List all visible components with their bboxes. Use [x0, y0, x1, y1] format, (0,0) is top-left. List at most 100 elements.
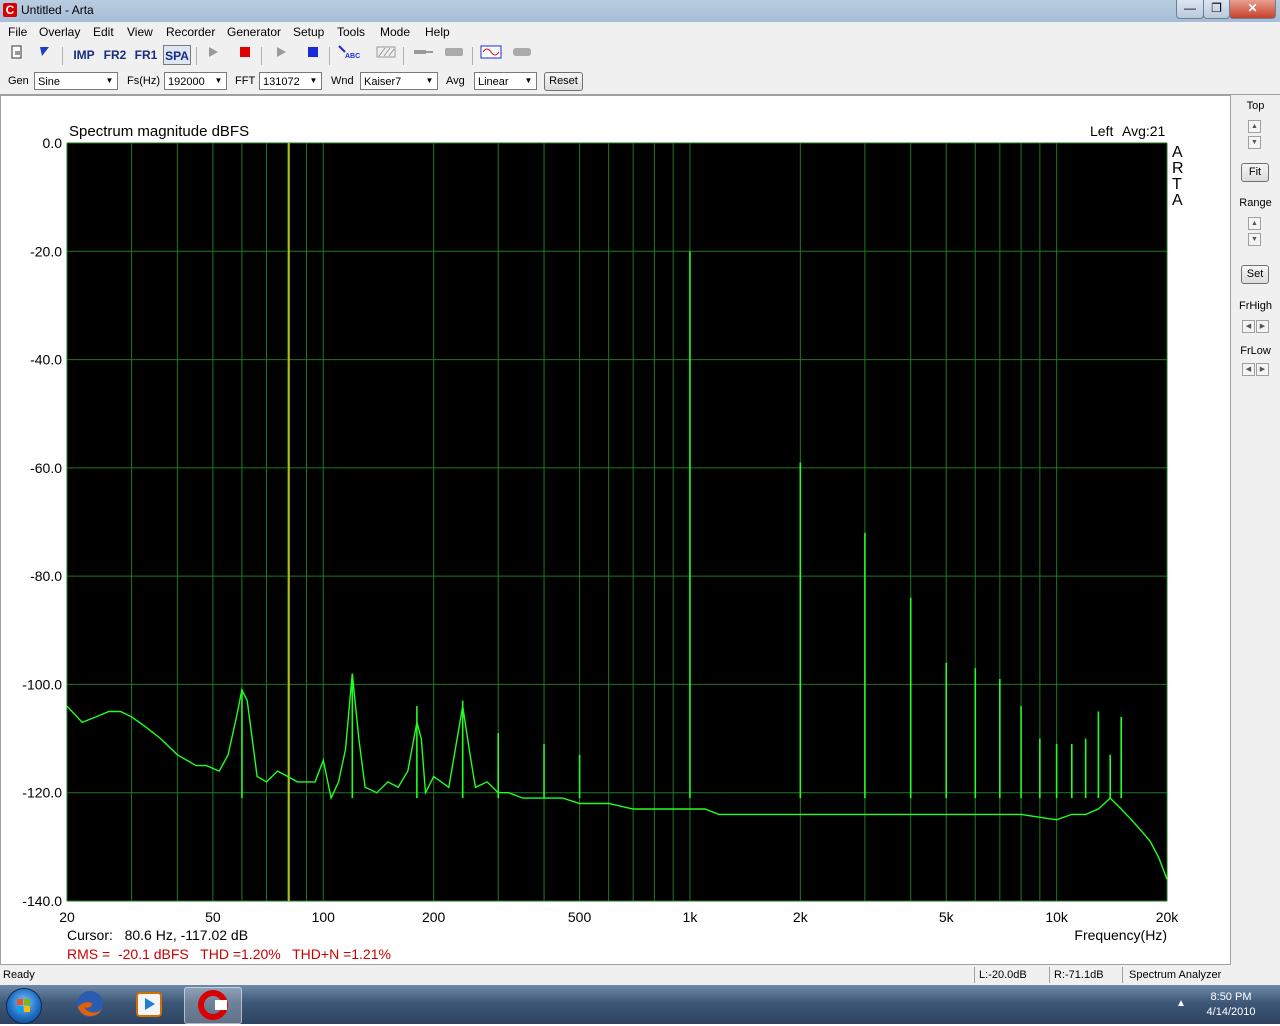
window-title: Untitled - Arta [21, 3, 94, 17]
spa-mode-button[interactable]: SPA [163, 45, 191, 65]
maximize-icon: ❐ [1211, 1, 1222, 15]
gen-select[interactable]: Sine ▼ [34, 72, 118, 90]
pattern-icon [376, 46, 396, 58]
fr1-mode-button[interactable]: FR1 [132, 45, 160, 65]
fft-select-value: 131072 [263, 76, 300, 88]
reset-button[interactable]: Reset [544, 72, 583, 91]
new-button[interactable] [5, 45, 29, 65]
x-tick-label: 500 [568, 909, 592, 925]
x-tick-label: 20 [59, 909, 75, 925]
menu-file[interactable]: File [8, 25, 27, 39]
menu-generator[interactable]: Generator [227, 25, 281, 39]
avg-select-value: Linear [478, 76, 509, 88]
range-label: Range [1239, 197, 1272, 209]
frhigh-label: FrHigh [1238, 300, 1272, 312]
top-up-button[interactable]: ▲ [1248, 120, 1261, 133]
frlow-left-button[interactable]: ◀ [1242, 363, 1255, 376]
menu-mode[interactable]: Mode [380, 25, 410, 39]
fit-button[interactable]: Fit [1241, 163, 1269, 182]
minimize-button[interactable]: — [1176, 0, 1204, 19]
chevron-down-icon: ▼ [214, 76, 223, 85]
probe-button[interactable] [411, 45, 435, 65]
maximize-button[interactable]: ❐ [1203, 0, 1230, 19]
title-bar: C Untitled - Arta — ❐ ✕ [0, 0, 1280, 22]
new-icon [11, 45, 22, 59]
taskbar-media-player[interactable] [124, 987, 176, 1022]
right-level: R:-71.1dB [1054, 969, 1104, 981]
toggle-button[interactable] [510, 45, 534, 65]
show-hidden-icons-button[interactable]: ▲ [1176, 998, 1186, 1009]
frhigh-left-button[interactable]: ◀ [1242, 320, 1255, 333]
menu-help[interactable]: Help [425, 25, 450, 39]
avg-select[interactable]: Linear ▼ [474, 72, 537, 90]
chevron-up-icon: ▲ [1176, 998, 1186, 1009]
status-separator [1049, 967, 1050, 983]
frlow-right-button[interactable]: ▶ [1256, 363, 1269, 376]
x-tick-label: 10k [1045, 909, 1069, 925]
x-axis-label: Frequency(Hz) [1074, 927, 1167, 943]
x-tick-label: 200 [422, 909, 446, 925]
chart-title: Spectrum magnitude dBFS [69, 123, 249, 140]
fs-select[interactable]: 192000 ▼ [164, 72, 227, 90]
play-button[interactable] [201, 45, 225, 65]
minimize-icon: — [1184, 1, 1196, 15]
menu-setup[interactable]: Setup [293, 25, 324, 39]
x-tick-label: 50 [205, 909, 221, 925]
wnd-select[interactable]: Kaiser7 ▼ [360, 72, 438, 90]
channel-label: Left [1090, 123, 1113, 139]
toggle-icon [513, 48, 531, 56]
y-tick-label: -80.0 [30, 568, 62, 584]
spectrum-chart[interactable]: 0.0 -20.0 -40.0 -60.0 -80.0 -100.0 -120.0 -140.… [1, 96, 1230, 964]
svg-text:ABC: ABC [345, 53, 360, 59]
left-level: L:-20.0dB [979, 969, 1027, 981]
stop-button[interactable] [233, 45, 257, 65]
y-tick-label: -60.0 [30, 460, 62, 476]
fft-select[interactable]: 131072 ▼ [259, 72, 322, 90]
fr2-mode-button[interactable]: FR2 [101, 45, 129, 65]
close-button[interactable]: ✕ [1229, 0, 1276, 19]
record-stop-button[interactable] [301, 45, 325, 65]
main-area: 0.0 -20.0 -40.0 -60.0 -80.0 -100.0 -120.0 -140.… [0, 95, 1231, 965]
fs-label: Fs(Hz) [127, 75, 160, 87]
menu-overlay[interactable]: Overlay [39, 25, 80, 39]
x-tick-label: 2k [793, 909, 809, 925]
generator-wave-button[interactable] [479, 45, 503, 65]
play-icon [209, 47, 218, 57]
abc-icon: ABC [338, 45, 360, 60]
menu-bar: File Overlay Edit View Recorder Generato… [0, 22, 1280, 42]
y-tick-label: 0.0 [43, 135, 63, 151]
pattern-button[interactable] [374, 45, 398, 65]
frhigh-right-button[interactable]: ▶ [1256, 320, 1269, 333]
menu-view[interactable]: View [127, 25, 153, 39]
x-tick-label: 100 [312, 909, 336, 925]
clock[interactable]: 8:50 PM 4/14/2010 [1196, 990, 1266, 1020]
menu-tools[interactable]: Tools [337, 25, 365, 39]
range-up-button[interactable]: ▲ [1248, 217, 1261, 230]
record-stop-icon [308, 47, 318, 57]
taskbar-arta[interactable] [184, 987, 242, 1024]
menu-recorder[interactable]: Recorder [166, 25, 215, 39]
stop-icon [240, 47, 250, 57]
record-play-icon [277, 47, 286, 57]
cursor-readout: Cursor: 80.6 Hz, -117.02 dB [67, 927, 248, 943]
y-tick-label: -40.0 [30, 352, 62, 368]
windows-logo-icon [17, 999, 30, 1012]
menu-edit[interactable]: Edit [93, 25, 114, 39]
arta-icon [198, 990, 228, 1020]
open-button[interactable] [33, 45, 57, 65]
clock-date: 4/14/2010 [1206, 1006, 1256, 1018]
abc-button[interactable]: ABC [337, 45, 361, 65]
range-down-button[interactable]: ▼ [1248, 233, 1261, 246]
imp-mode-button[interactable]: IMP [70, 45, 98, 65]
taskbar-firefox[interactable] [64, 987, 116, 1022]
brand-letter: A [1172, 192, 1183, 209]
y-tick-label: -20.0 [30, 243, 62, 259]
record-play-button[interactable] [269, 45, 293, 65]
top-down-button[interactable]: ▼ [1248, 136, 1261, 149]
x-tick-label: 5k [939, 909, 955, 925]
x-tick-label: 20k [1156, 909, 1180, 925]
switch-button[interactable] [442, 45, 466, 65]
set-button[interactable]: Set [1241, 265, 1269, 284]
start-button[interactable] [6, 988, 42, 1024]
probe-icon [414, 50, 433, 54]
